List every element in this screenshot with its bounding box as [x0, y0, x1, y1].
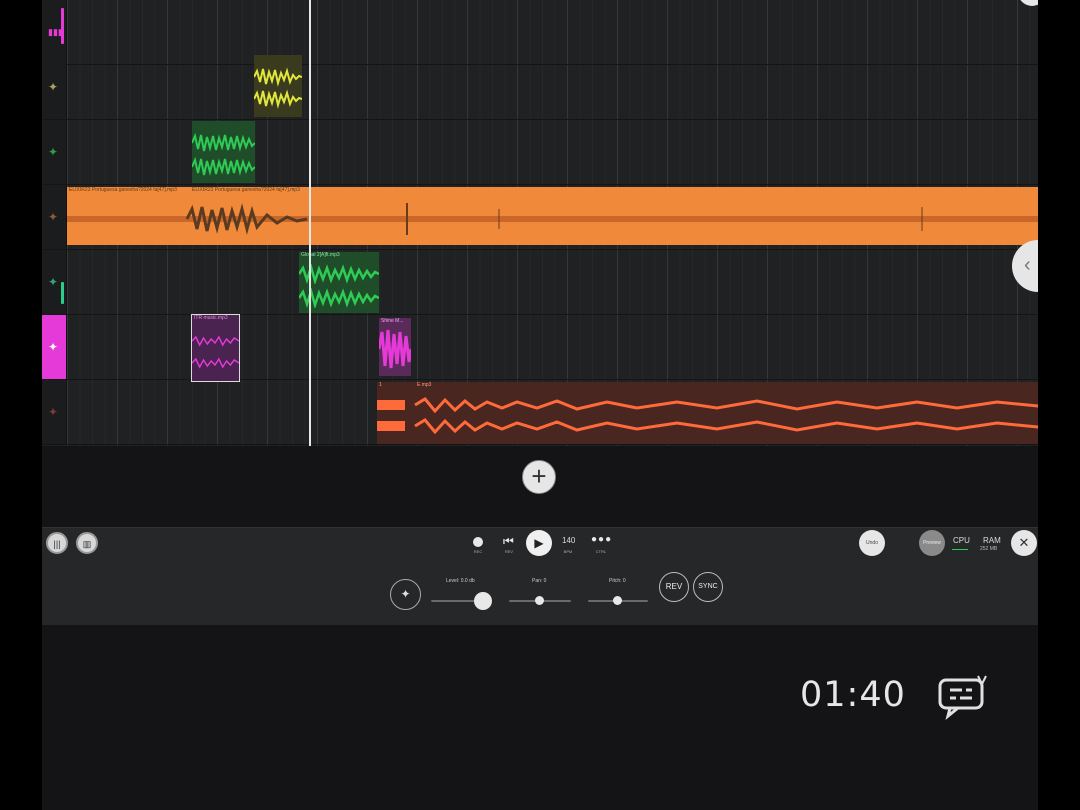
play-button[interactable]: ▶	[526, 530, 552, 556]
waveform	[192, 157, 255, 176]
audio-clip-green[interactable]	[192, 121, 255, 183]
plus-icon: +	[531, 461, 547, 491]
timeline[interactable]: ▮▮▮ ✦ ✦ ✦ ✦ ✦ ✦ ELIXIR23 Portuguesa gane…	[42, 0, 1038, 446]
mixer-button[interactable]: |||	[46, 532, 68, 554]
track-row-2: ✦	[42, 55, 1038, 120]
mixer-icon: |||	[53, 539, 61, 549]
audio-clip-pink[interactable]: Shine M...	[379, 318, 411, 376]
more-icon[interactable]: ●●●	[591, 534, 612, 545]
preview-label: Preview	[923, 540, 941, 546]
bpm-value[interactable]: 140	[562, 536, 575, 545]
audio-clip-green-2[interactable]: Global 2[A]ft.mp3	[299, 252, 379, 313]
clip-label: Global 2[A]ft.mp3	[301, 252, 340, 258]
rev-button-label: REV	[665, 582, 683, 591]
node-icon: ✦	[48, 210, 59, 224]
ram-label: RAM	[983, 536, 1001, 545]
sync-button[interactable]: SYNC	[693, 572, 723, 602]
undo-button[interactable]: Undo	[859, 530, 885, 556]
video-timer: 01:40	[800, 675, 906, 715]
node-icon: ✦	[48, 340, 59, 354]
level-label: Level: 0.0 db	[446, 578, 475, 584]
audio-clip-orange-long[interactable]: ELIXIR23 Portuguesa ganesha?2024 fa[47].…	[67, 187, 1038, 245]
ctrl-label: CTRL	[595, 549, 607, 554]
pitch-slider-knob[interactable]	[613, 596, 622, 605]
cpu-bar	[952, 549, 968, 550]
clip-label: Shine M...	[381, 318, 404, 324]
waveform	[299, 264, 379, 284]
record-label: REC	[473, 549, 483, 554]
close-icon: ✕	[1018, 535, 1030, 550]
clip-label: E.mp3	[417, 382, 432, 388]
waveform	[254, 67, 302, 87]
piano-icon: ▥	[82, 539, 92, 549]
app-frame: ▮▮▮ ✦ ✦ ✦ ✦ ✦ ✦ ELIXIR23 Portuguesa gane…	[42, 0, 1038, 810]
track-header-3[interactable]: ✦	[42, 120, 67, 184]
node-icon: ✦	[48, 405, 59, 419]
waveform	[377, 418, 1038, 434]
track-type-button[interactable]: ✦	[390, 579, 421, 610]
chevron-left-icon: ‹	[1024, 254, 1031, 276]
node-icon: ✦	[48, 80, 59, 94]
sync-button-label: SYNC	[698, 583, 718, 590]
track-header-2[interactable]: ✦	[42, 55, 67, 119]
waveform	[192, 357, 239, 369]
waveform	[377, 397, 1038, 413]
captions-icon[interactable]	[938, 674, 990, 720]
audio-clip-red[interactable]: 1 E.mp3	[377, 382, 1038, 444]
waveform	[379, 329, 411, 369]
waveform	[192, 133, 255, 152]
node-icon: ✦	[400, 587, 411, 601]
level-meter	[61, 282, 64, 304]
waveform	[67, 203, 1038, 235]
audio-clip-yellow[interactable]	[254, 55, 302, 117]
track-header-5[interactable]: ✦	[42, 250, 67, 314]
transport-panel: ||| ▥ REC ⏮ REV ▶ 140 BPM ●●● CTRL Undo …	[42, 527, 1038, 625]
play-icon: ▶	[534, 536, 544, 550]
waveform	[254, 89, 302, 109]
pitch-label: Pitch: 0	[609, 578, 626, 584]
waveform	[192, 335, 239, 347]
piano-button[interactable]: ▥	[76, 532, 98, 554]
ram-value: 252 MB	[980, 546, 998, 552]
audio-clip-pink-selected[interactable]: ITR music.mp3	[191, 314, 240, 382]
level-meter	[61, 8, 64, 44]
track-header-4[interactable]: ✦	[42, 185, 67, 249]
add-track-button[interactable]: +	[522, 460, 556, 494]
level-slider-knob[interactable]	[474, 592, 492, 610]
waveform	[299, 288, 379, 308]
clip-label: 1	[379, 382, 382, 388]
rewind-icon[interactable]: ⏮	[503, 534, 514, 549]
node-icon: ✦	[48, 275, 59, 289]
pan-slider-knob[interactable]	[535, 596, 544, 605]
close-button[interactable]: ✕	[1011, 530, 1037, 556]
track-header-7[interactable]: ✦	[42, 380, 67, 444]
rev-button[interactable]: REV	[659, 572, 689, 602]
track-row-5: ✦	[42, 250, 1038, 315]
track-header-6[interactable]: ✦	[42, 315, 67, 379]
clip-label: ITR music.mp3	[194, 315, 228, 321]
clip-label: ELIXIR23 Portuguesa ganesha?2024 fa[47].…	[69, 187, 177, 193]
bpm-label: BPM	[563, 549, 573, 554]
preview-button[interactable]: Preview	[919, 530, 945, 556]
undo-label: Undo	[866, 540, 878, 546]
cpu-label: CPU	[953, 536, 970, 545]
clip-label: ELIXIR23 Portuguesa ganesha?2024 fa[47].…	[192, 187, 300, 193]
rewind-label: REV	[504, 549, 514, 554]
node-icon: ✦	[48, 145, 59, 159]
playhead[interactable]	[309, 0, 311, 446]
record-button[interactable]	[473, 537, 483, 547]
pan-label: Pan: 0	[532, 578, 547, 584]
